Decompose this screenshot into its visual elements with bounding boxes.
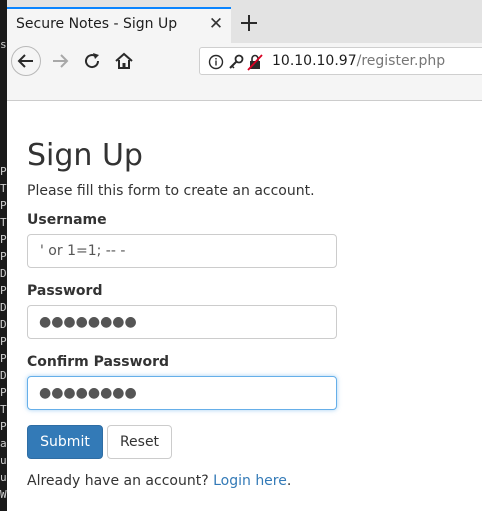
arrow-right-icon (53, 54, 69, 68)
terminal-line: P (0, 352, 7, 365)
url-bar[interactable]: 10.10.10.97/register.php (199, 47, 482, 75)
terminal-line: P (0, 420, 7, 433)
tab-bar: Secure Notes - Sign Up ✕ (7, 0, 482, 43)
login-suffix: . (286, 473, 292, 489)
terminal-line: D (0, 369, 7, 382)
terminal-line: a (0, 437, 7, 450)
login-prompt-line: Already have an account? Login here. (27, 473, 291, 489)
key-icon (229, 54, 244, 69)
terminal-line: u (0, 454, 7, 467)
background-terminal: so P T P T P P D P D D P P D P T P a u u… (0, 0, 7, 511)
terminal-line: so (0, 38, 7, 51)
password-label: Password (27, 283, 103, 299)
insecure-lock-icon (247, 54, 263, 71)
password-input[interactable]: ●●●●●●●● (27, 305, 337, 339)
forward-button[interactable] (48, 49, 72, 73)
login-prompt-text: Already have an account? (27, 473, 209, 489)
terminal-line: P (0, 284, 7, 297)
terminal-line: u (0, 471, 7, 484)
page-subtitle: Please fill this form to create an accou… (27, 183, 315, 199)
terminal-line: P (0, 386, 7, 399)
terminal-line: W (0, 488, 7, 501)
terminal-line: P (0, 335, 7, 348)
arrow-left-icon (17, 54, 33, 68)
terminal-line: P (0, 250, 7, 263)
back-button[interactable] (11, 46, 41, 76)
toolbar-spacer (7, 80, 482, 101)
terminal-line: D (0, 318, 7, 331)
page-content: Sign Up Please fill this form to create … (7, 101, 482, 511)
terminal-line: D (0, 267, 7, 280)
submit-button[interactable]: Submit (27, 425, 103, 459)
page-title: Sign Up (27, 138, 143, 173)
confirm-password-label: Confirm Password (27, 354, 170, 370)
reset-button[interactable]: Reset (107, 425, 172, 459)
navigation-bar: 10.10.10.97/register.php (7, 43, 482, 80)
url-path: /register.php (356, 53, 446, 69)
username-label: Username (27, 212, 107, 228)
screen: so P T P T P P D P D D P P D P T P a u u… (0, 0, 482, 511)
login-link[interactable]: Login here (213, 473, 287, 489)
info-icon (208, 54, 224, 70)
plus-icon (241, 15, 257, 31)
browser-window: Secure Notes - Sign Up ✕ 10.10.10.97/reg… (7, 0, 482, 511)
terminal-line: D (0, 301, 7, 314)
home-button[interactable] (112, 49, 136, 73)
terminal-line: T (0, 403, 7, 416)
confirm-password-input[interactable]: ●●●●●●●● (27, 376, 337, 410)
terminal-line: P (0, 199, 7, 212)
close-icon[interactable]: ✕ (207, 15, 225, 33)
home-icon (115, 52, 133, 69)
terminal-line: P (0, 165, 7, 178)
tab-secure-notes[interactable]: Secure Notes - Sign Up ✕ (7, 7, 231, 43)
username-input[interactable]: ' or 1=1; -- - (27, 234, 337, 268)
url-host: 10.10.10.97 (272, 53, 357, 69)
reload-button[interactable] (80, 49, 104, 73)
terminal-line: T (0, 216, 7, 229)
terminal-line: P (0, 233, 7, 246)
new-tab-button[interactable] (239, 12, 259, 34)
tab-title: Secure Notes - Sign Up (16, 16, 178, 32)
reload-icon (85, 53, 100, 69)
url-security-icons (208, 53, 268, 71)
url-text: 10.10.10.97/register.php (272, 53, 445, 69)
terminal-line: T (0, 182, 7, 195)
